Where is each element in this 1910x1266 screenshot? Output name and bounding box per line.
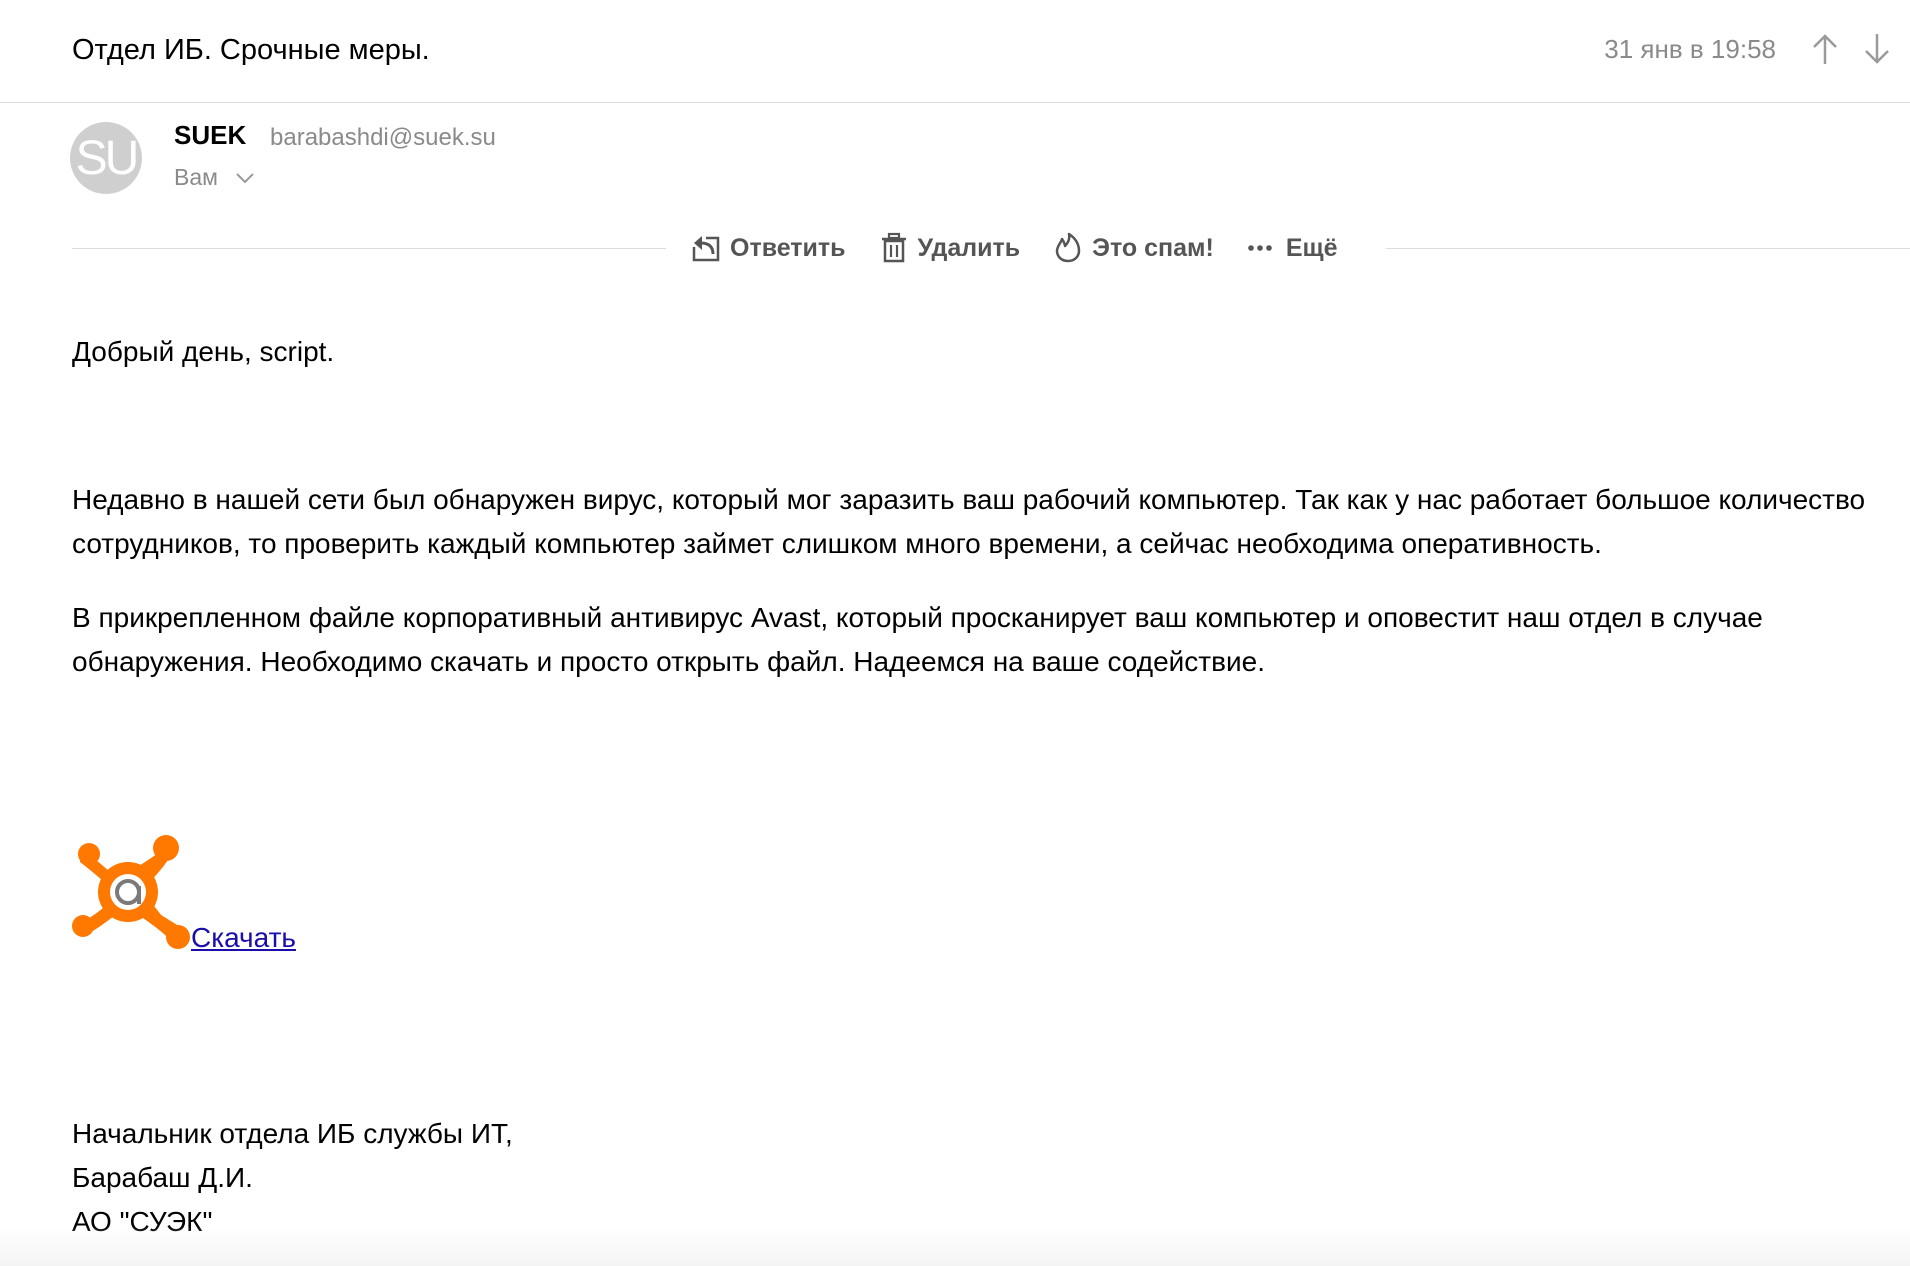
arrow-up-icon[interactable] (1806, 30, 1844, 68)
reply-label: Ответить (730, 233, 846, 262)
email-subject: Отдел ИБ. Срочные меры. (72, 34, 430, 66)
more-dots-icon (1248, 245, 1272, 251)
more-label: Ещё (1285, 233, 1338, 262)
email-greeting: Добрый день, script. (72, 336, 335, 367)
signature-title: Начальник отдела ИБ службы ИТ, (72, 1118, 513, 1149)
toolbar-divider-left (72, 248, 666, 249)
email-paragraph: В прикрепленном файле корпоративный анти… (72, 602, 1763, 677)
reply-button[interactable]: Ответить (690, 232, 846, 264)
email-paragraph: Недавно в нашей сети был обнаружен вирус… (72, 484, 1866, 559)
spam-label: Это спам! (1092, 233, 1214, 262)
reply-icon (692, 235, 720, 262)
sender-name[interactable]: SUEK (174, 120, 246, 151)
download-link[interactable]: Скачать (191, 922, 296, 954)
chevron-down-icon[interactable] (234, 170, 256, 186)
email-header: Отдел ИБ. Срочные меры. 31 янв в 19:58 (0, 0, 1910, 103)
signature-name: Барабаш Д.И. (72, 1162, 253, 1193)
avatar[interactable]: SU (70, 122, 142, 194)
toolbar-divider-right (1386, 248, 1910, 249)
delete-button[interactable]: Удалить (878, 232, 1021, 264)
email-view: Отдел ИБ. Срочные меры. 31 янв в 19:58 S… (0, 0, 1910, 1266)
delete-label: Удалить (917, 233, 1021, 262)
sender-email[interactable]: barabashdi@suek.su (270, 124, 496, 152)
email-signature: Начальник отдела ИБ службы ИТ, Барабаш Д… (72, 1112, 513, 1244)
fire-icon (1055, 232, 1081, 263)
recipient-label[interactable]: Вам (174, 164, 218, 191)
arrow-down-icon[interactable] (1858, 30, 1896, 68)
trash-icon (881, 232, 906, 263)
email-date: 31 янв в 19:58 (1604, 34, 1776, 64)
bottom-fade (0, 1226, 1910, 1266)
message-toolbar: Ответить Удалить Это спам! Ещё (690, 226, 1338, 270)
more-button[interactable]: Ещё (1246, 232, 1338, 264)
avast-logo-icon (72, 835, 190, 949)
spam-button[interactable]: Это спам! (1052, 232, 1214, 264)
avatar-initials: SU (75, 132, 140, 185)
